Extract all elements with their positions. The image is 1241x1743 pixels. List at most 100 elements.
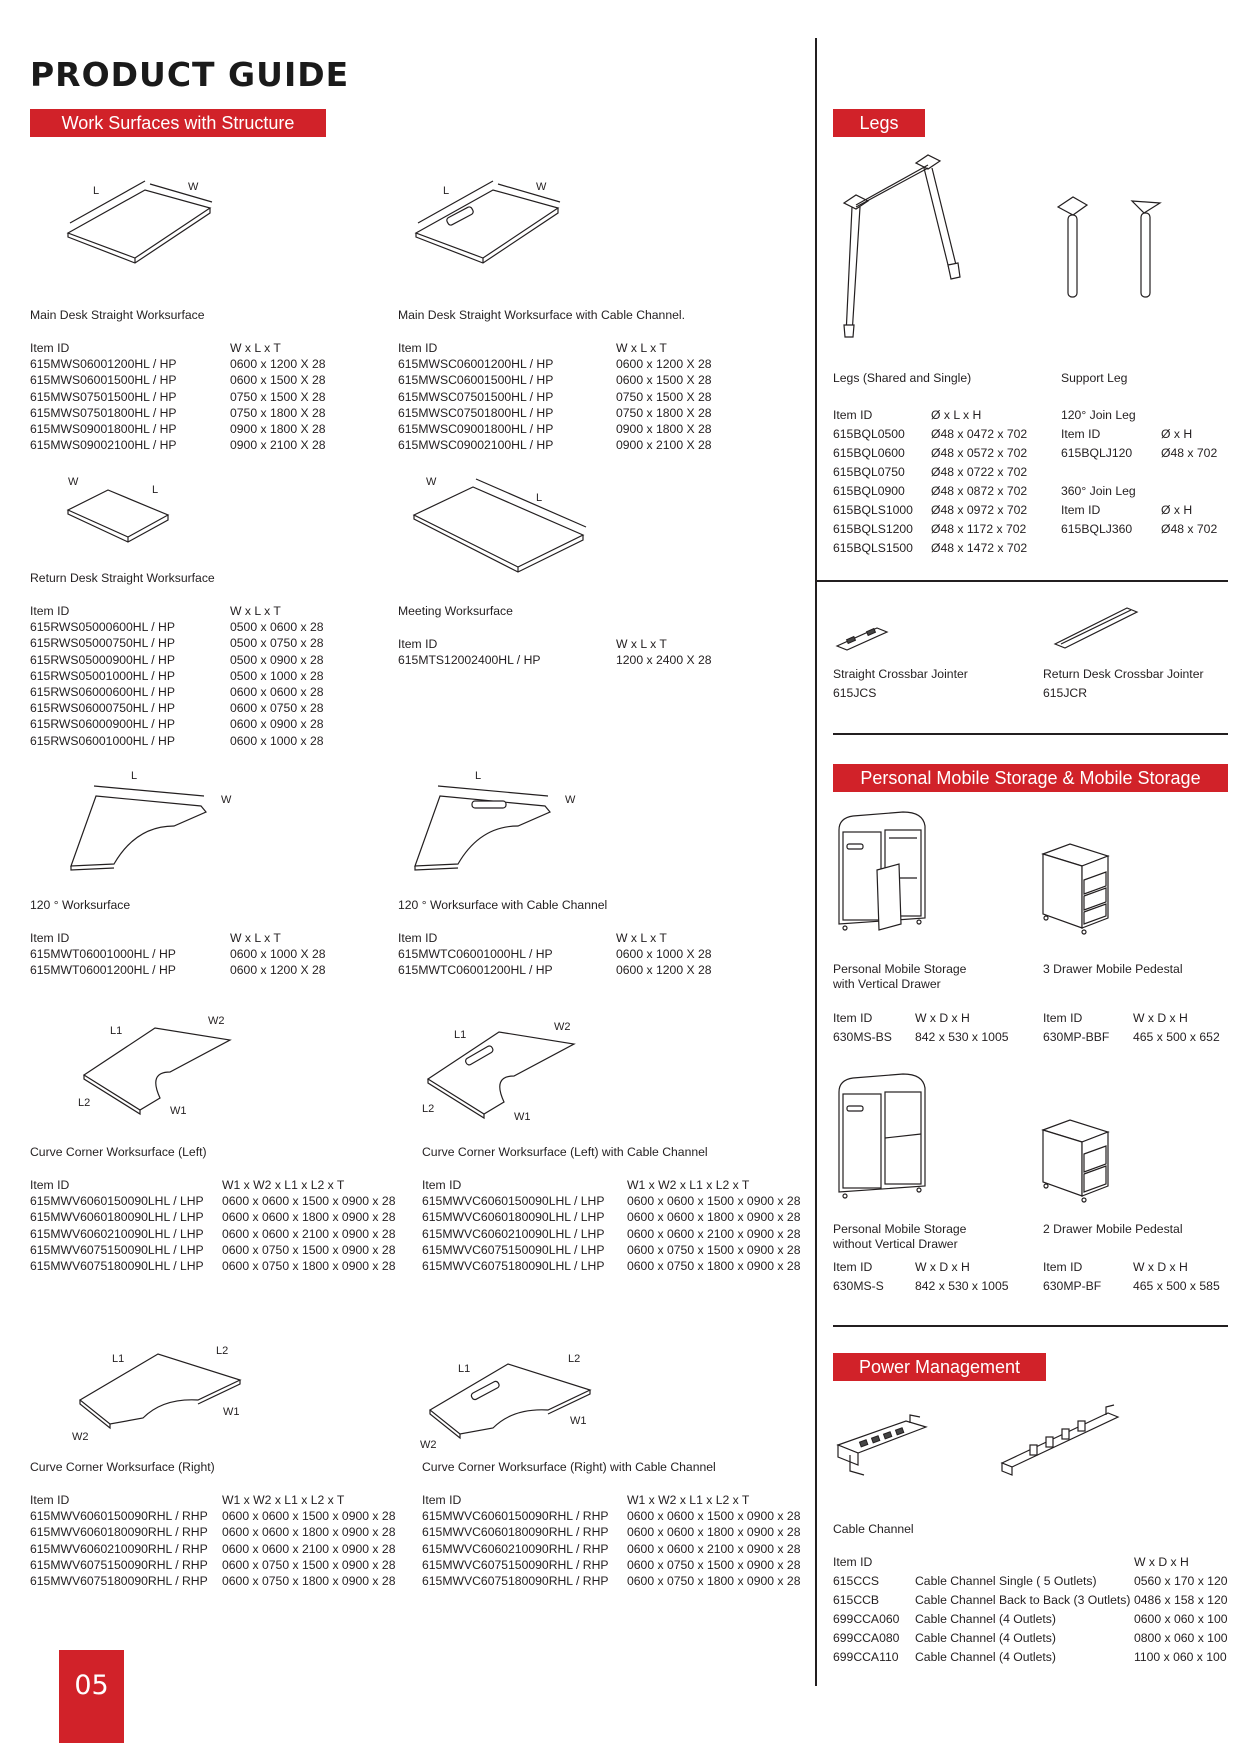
curve-left-worksurface-cable-drawing: L1 W2 L2 W1: [422, 1021, 576, 1123]
cell-text: 0600 x 0600 x 1500 x 0900 x 28: [222, 1509, 396, 1524]
cell-text: 615MWV6075150090RHL / RHP: [30, 1557, 208, 1572]
straight-worksurface-cable-drawing: L W: [414, 180, 561, 264]
dim-label-l: L: [443, 185, 449, 197]
cell-text: 615MTS12002400HL / HP: [398, 653, 541, 668]
dim-label-l2: L2: [78, 1097, 90, 1109]
cell-text: Ø48 x 1472 x 702: [931, 541, 1028, 555]
cell-text: 0600 x 0750 x 1500 x 0900 x 28: [627, 1242, 801, 1257]
cell-text: 0600 x 0750 x 1800 x 0900 x 28: [222, 1574, 396, 1589]
cell-text: 465 x 500 x 652: [1133, 1030, 1220, 1044]
section-divider: [833, 733, 1228, 735]
cell-text: 0560 x 170 x 120: [1134, 1574, 1228, 1588]
cell-text: Cable Channel (4 Outlets): [915, 1631, 1056, 1645]
page-number: 05: [59, 1650, 124, 1743]
cell-text: Ø x H: [1161, 427, 1193, 441]
cell-text: 615MWT06001000HL / HP: [30, 947, 176, 962]
cable-channel-drawing: [1000, 1404, 1120, 1476]
dim-label-w: W: [188, 181, 199, 193]
cell-text: Cable Channel (4 Outlets): [915, 1612, 1056, 1626]
dim-label-l: L: [93, 185, 99, 197]
cell-text: Item ID: [422, 1493, 462, 1507]
cell-text: 615MWVC6075150090RHL / RHP: [422, 1557, 609, 1572]
cell-text: 615MWTC06001000HL / HP: [398, 947, 553, 962]
cell-text: Item ID: [422, 1178, 462, 1192]
cell-text: W x L x T: [230, 604, 281, 618]
cell-text: 615MWS09002100HL / HP: [30, 438, 177, 453]
dim-label-w2: W2: [554, 1021, 571, 1033]
cell-text: 615RWS06000750HL / HP: [30, 701, 175, 716]
meeting-worksurface-drawing: W L: [412, 476, 587, 573]
cell-text: 0600 x 1500 X 28: [616, 373, 712, 388]
cell-text: 360° Join Leg: [1061, 484, 1136, 498]
cell-text: Item ID: [30, 604, 70, 618]
cell-text: 615BQLS1000: [833, 503, 913, 517]
legs-banner: Legs: [833, 109, 925, 137]
cell-text: 0750 x 1500 X 28: [616, 389, 712, 404]
cell-text: 615RWS06000600HL / HP: [30, 685, 175, 700]
cell-text: 0600 x 0750 x 1500 x 0900 x 28: [222, 1242, 396, 1257]
cell-text: Item ID: [833, 1555, 873, 1569]
product-name: Cable Channel: [833, 1522, 914, 1536]
cell-text: Ø48 x 702: [1161, 446, 1218, 460]
cell-text: Ø x L x H: [931, 408, 982, 422]
cell-text: Item ID: [398, 637, 438, 651]
cell-text: Item ID: [30, 931, 70, 945]
cell-text: 0600 x 0600 x 1800 x 0900 x 28: [627, 1210, 801, 1225]
cell-text: 615MWV6060150090LHL / LHP: [30, 1194, 204, 1209]
product-name: Curve Corner Worksurface (Left): [30, 1145, 207, 1159]
cell-text: 0600 x 0600 x 2100 x 0900 x 28: [222, 1226, 396, 1241]
cell-text: 0600 x 1200 X 28: [616, 357, 712, 372]
three-drawer-pedestal-drawing: [1041, 843, 1110, 935]
cell-text: 615CCS: [833, 1574, 880, 1588]
dim-label-l2: L2: [216, 1345, 228, 1357]
section-divider: [816, 580, 1228, 582]
cell-text: W x D x H: [915, 1260, 970, 1274]
dim-label-w1: W1: [514, 1111, 531, 1123]
cell-text: 0600 x 1000 x 28: [230, 733, 324, 748]
cell-text: 615MWSC09001800HL / HP: [398, 422, 554, 437]
return-crossbar-jointer-drawing: [1053, 607, 1139, 649]
cell-text: 615CCB: [833, 1593, 880, 1607]
cell-text: 465 x 500 x 585: [1133, 1279, 1220, 1293]
cell-text: 0500 x 1000 x 28: [230, 668, 324, 683]
cell-text: 615RWS06000900HL / HP: [30, 717, 175, 732]
cell-text: 0500 x 0900 x 28: [230, 652, 324, 667]
cell-text: Item ID: [1061, 503, 1101, 517]
cell-text: 0600 x 0750 x 1800 x 0900 x 28: [627, 1259, 801, 1274]
product-name: Curve Corner Worksurface (Right) with Ca…: [422, 1460, 716, 1474]
cell-text: Item ID: [1043, 1011, 1083, 1025]
cell-text: Ø48 x 702: [1161, 522, 1218, 536]
cell-text: 0600 x 1200 X 28: [616, 963, 712, 978]
curve-left-worksurface-drawing: L1 W2 L2 W1: [78, 1015, 232, 1117]
cell-text: 842 x 530 x 1005: [915, 1279, 1009, 1293]
cell-text: Ø48 x 0472 x 702: [931, 427, 1028, 441]
cell-text: 0600 x 1000 X 28: [230, 947, 326, 962]
cell-text: 630MP-BBF: [1043, 1030, 1110, 1044]
product-name: Personal Mobile Storage with Vertical Dr…: [833, 962, 967, 991]
product-name: 2 Drawer Mobile Pedestal: [1043, 1222, 1183, 1236]
dim-label-w2: W2: [72, 1431, 89, 1443]
spec-table: Item ID W x L x T 615MWT06001000HL / HP 06…: [30, 930, 326, 979]
dim-label-w2: W2: [208, 1015, 225, 1027]
product-name: Support Leg: [1061, 371, 1128, 385]
cell-text: 0600 x 0750 x 1800 x 0900 x 28: [627, 1574, 801, 1589]
dim-label-w: W: [426, 476, 437, 488]
straight-worksurface-drawing: L W: [66, 180, 213, 264]
cell-text: Item ID: [1061, 427, 1101, 441]
cell-text: 615MWVC6060210090LHL / LHP: [422, 1226, 605, 1241]
cell-text: Item ID: [833, 1011, 873, 1025]
cell-text: W x L x T: [230, 341, 281, 355]
cell-text: 615MWTC06001200HL / HP: [398, 963, 553, 978]
cell-text: W x D x H: [1134, 1555, 1189, 1569]
column-divider: [815, 38, 817, 1686]
cell-text: 0750 x 1800 X 28: [616, 405, 712, 420]
dim-label-w1: W1: [170, 1105, 187, 1117]
cell-text: 0600 x 0600 x 1800 x 0900 x 28: [222, 1210, 396, 1225]
cell-text: 615MWVC6060180090LHL / LHP: [422, 1210, 605, 1225]
cell-text: 630MS-BS: [833, 1030, 892, 1044]
cell-text: W x D x H: [1133, 1260, 1188, 1274]
cell-text: 615BQL0750: [833, 465, 905, 479]
product-id: 615JCS: [833, 686, 877, 700]
product-name: 120 ° Worksurface with Cable Channel: [398, 898, 608, 912]
product-name: Legs (Shared and Single): [833, 371, 972, 385]
